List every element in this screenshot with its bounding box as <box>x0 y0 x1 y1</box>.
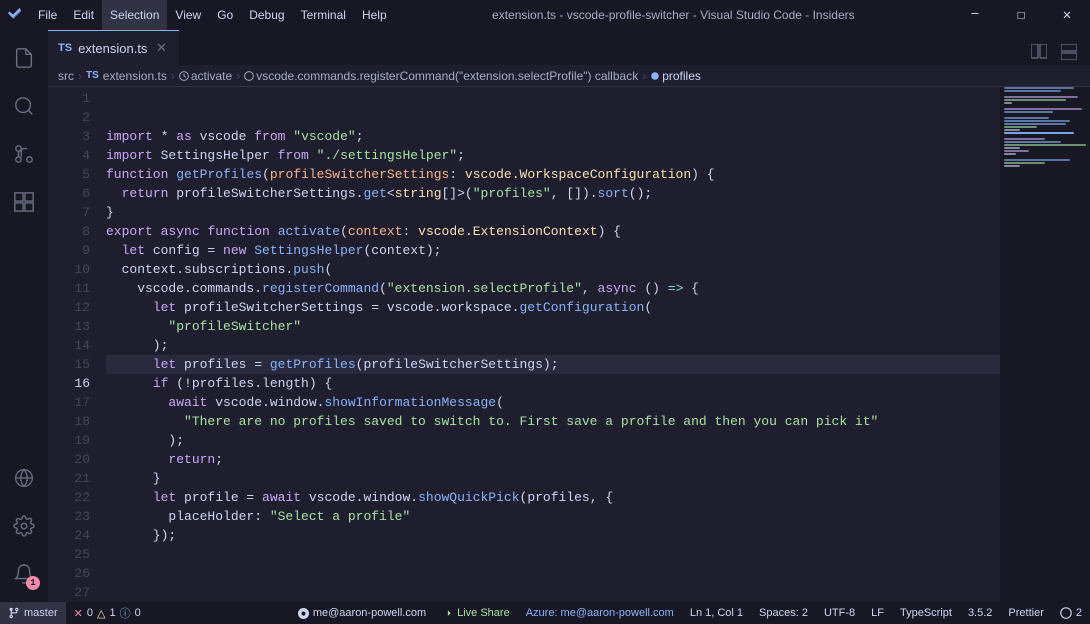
code-editor: 1234567891011121314151617181920212223242… <box>48 87 1090 602</box>
code-line-19: await vscode.window.showInformationMessa… <box>106 393 1000 412</box>
editor-area: TS extension.ts ✕ src › TS extension.ts … <box>48 30 1090 602</box>
file-encoding[interactable]: UTF-8 <box>816 602 863 624</box>
azure-account[interactable]: Azure: me@aaron-powell.com <box>518 602 682 624</box>
tab-close-button[interactable]: ✕ <box>153 40 169 56</box>
warning-number: 1 <box>109 607 115 619</box>
code-line-25: let profile = await vscode.window.showQu… <box>106 488 1000 507</box>
error-number: 0 <box>87 607 93 619</box>
language-mode[interactable]: TypeScript <box>892 602 960 624</box>
menu-terminal[interactable]: Terminal <box>293 0 354 30</box>
menu-edit[interactable]: Edit <box>65 0 102 30</box>
indentation[interactable]: Spaces: 2 <box>751 602 816 624</box>
code-line-21: ); <box>106 431 1000 450</box>
status-right: me@aaron-powell.com Live Share Azure: me… <box>290 602 1090 624</box>
azure-label: Azure: me@aaron-powell.com <box>526 607 674 619</box>
git-user[interactable]: me@aaron-powell.com <box>290 602 434 624</box>
activity-extensions[interactable] <box>0 178 48 226</box>
minimize-button[interactable]: − <box>952 0 998 30</box>
code-line-14: "profileSwitcher" <box>106 317 1000 336</box>
status-bar: master ✕ 0 △ 1 ⓘ 0 me@aaron-powell.com L… <box>0 602 1090 624</box>
menu-debug[interactable]: Debug <box>241 0 292 30</box>
formatter[interactable]: Prettier <box>1000 602 1051 624</box>
git-branch[interactable]: master <box>0 602 66 624</box>
remote-connection[interactable]: 2 <box>1052 602 1090 624</box>
minimap-preview <box>1004 87 1086 168</box>
breadcrumb-ts-icon: TS <box>86 70 99 81</box>
breadcrumb-src[interactable]: src <box>58 69 74 83</box>
notification-count: 1 <box>26 576 40 590</box>
app-icon <box>0 0 30 30</box>
breadcrumb-register-command[interactable]: vscode.commands.registerCommand("extensi… <box>244 69 638 83</box>
activity-search[interactable] <box>0 82 48 130</box>
code-line-20: "There are no profiles saved to switch t… <box>106 412 1000 431</box>
breadcrumb-profiles[interactable]: profiles <box>650 69 701 83</box>
live-share-label: Live Share <box>457 607 510 619</box>
live-share[interactable]: Live Share <box>434 602 518 624</box>
tab-extension-ts[interactable]: TS extension.ts ✕ <box>48 30 179 65</box>
activity-settings[interactable] <box>0 502 48 550</box>
menu-file[interactable]: File <box>30 0 65 30</box>
encoding-label: UTF-8 <box>824 607 855 619</box>
tab-bar: TS extension.ts ✕ <box>48 30 1090 65</box>
ts-version[interactable]: 3.5.2 <box>960 602 1000 624</box>
position-label: Ln 1, Col 1 <box>690 607 743 619</box>
main-layout: 1 TS extension.ts ✕ src › TS ex <box>0 30 1090 602</box>
menu-go[interactable]: Go <box>209 0 241 30</box>
git-branch-name: master <box>24 607 58 619</box>
code-line-27: }); <box>106 526 1000 545</box>
spaces-label: Spaces: 2 <box>759 607 808 619</box>
minimap <box>1000 87 1090 602</box>
code-content[interactable]: import * as vscode from "vscode";import … <box>98 87 1000 602</box>
code-line-12: vscode.commands.registerCommand("extensi… <box>106 279 1000 298</box>
titlebar: File Edit Selection View Go Debug Termin… <box>0 0 1090 30</box>
cursor-position[interactable]: Ln 1, Col 1 <box>682 602 751 624</box>
ts-version-label: 3.5.2 <box>968 607 992 619</box>
activity-git[interactable] <box>0 130 48 178</box>
breadcrumb: src › TS extension.ts › activate › vscod… <box>48 65 1090 87</box>
code-line-23: } <box>106 469 1000 488</box>
titlebar-controls: − ☐ ✕ <box>952 0 1090 30</box>
activity-bar: 1 <box>0 30 48 602</box>
menu-view[interactable]: View <box>167 0 209 30</box>
code-line-1: import * as vscode from "vscode"; <box>106 127 1000 146</box>
activity-remote[interactable] <box>0 454 48 502</box>
code-line-16: let profiles = getProfiles(profileSwitch… <box>106 355 1000 374</box>
menu-selection[interactable]: Selection <box>102 0 167 30</box>
line-ending[interactable]: LF <box>863 602 892 624</box>
code-line-26: placeHolder: "Select a profile" <box>106 507 1000 526</box>
code-line-9: let config = new SettingsHelper(context)… <box>106 241 1000 260</box>
remote-label: 2 <box>1076 607 1082 619</box>
code-line-15: ); <box>106 336 1000 355</box>
layout-button[interactable] <box>1056 39 1082 65</box>
error-count[interactable]: ✕ 0 △ 1 ⓘ 0 <box>66 602 149 624</box>
code-line-6: } <box>106 203 1000 222</box>
status-left: master ✕ 0 △ 1 ⓘ 0 <box>0 602 149 624</box>
menu-help[interactable]: Help <box>354 0 395 30</box>
code-line-13: let profileSwitcherSettings = vscode.wor… <box>106 298 1000 317</box>
line-ending-label: LF <box>871 607 884 619</box>
split-editor-button[interactable] <box>1026 39 1052 65</box>
tab-language-icon: TS <box>58 42 72 54</box>
formatter-label: Prettier <box>1008 607 1043 619</box>
breadcrumb-filename[interactable]: extension.ts <box>103 69 167 83</box>
code-line-2: import SettingsHelper from "./settingsHe… <box>106 146 1000 165</box>
titlebar-left: File Edit Selection View Go Debug Termin… <box>0 0 395 30</box>
git-user-name: me@aaron-powell.com <box>313 607 426 619</box>
close-button[interactable]: ✕ <box>1044 0 1090 30</box>
code-line-4: function getProfiles(profileSwitcherSett… <box>106 165 1000 184</box>
code-line-18: if (!profiles.length) { <box>106 374 1000 393</box>
code-line-8: export async function activate(context: … <box>106 222 1000 241</box>
maximize-button[interactable]: ☐ <box>998 0 1044 30</box>
activity-notifications[interactable]: 1 <box>0 550 48 598</box>
breadcrumb-activate[interactable]: activate <box>179 69 232 83</box>
code-line-5: return profileSwitcherSettings.get<strin… <box>106 184 1000 203</box>
language-label: TypeScript <box>900 607 952 619</box>
tab-filename: extension.ts <box>78 41 147 56</box>
info-number: 0 <box>135 607 141 619</box>
line-numbers: 1234567891011121314151617181920212223242… <box>48 87 98 602</box>
code-line-22: return; <box>106 450 1000 469</box>
code-line-11: context.subscriptions.push( <box>106 260 1000 279</box>
titlebar-title: extension.ts - vscode-profile-switcher -… <box>492 8 855 22</box>
activity-explorer[interactable] <box>0 34 48 82</box>
